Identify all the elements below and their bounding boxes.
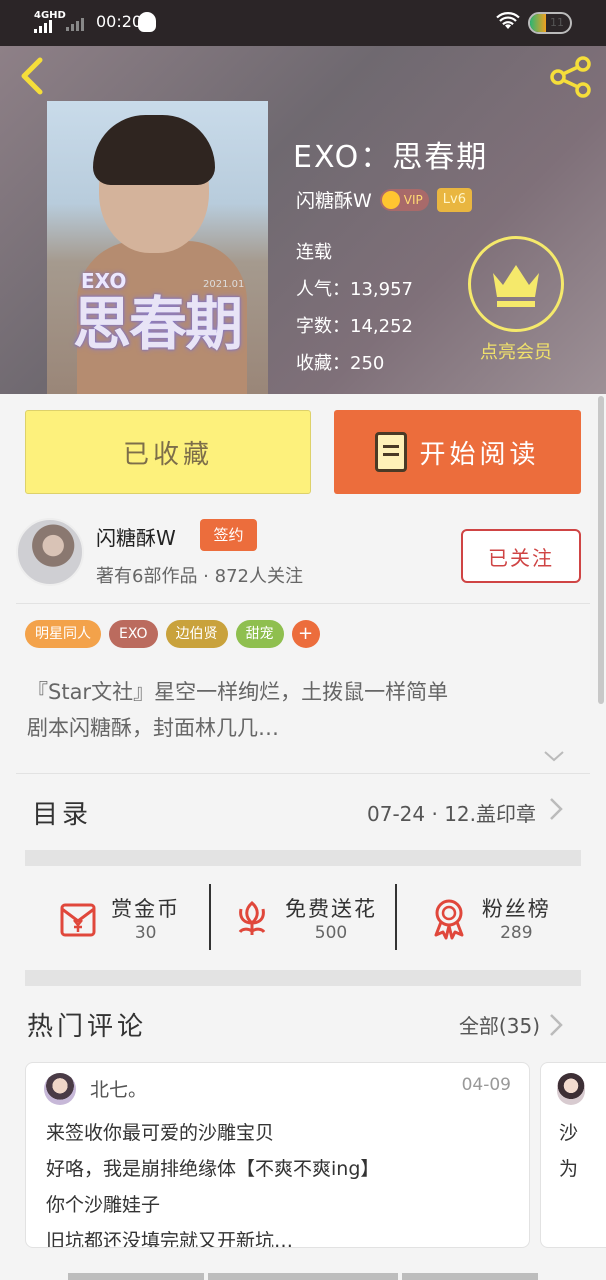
comment-card[interactable]: 沙 为 xyxy=(540,1062,606,1248)
reward-coins-button[interactable]: 赏金币 30 xyxy=(25,868,210,968)
clock: 00:20 xyxy=(96,12,143,31)
header-author-name[interactable]: 闪糖酥W xyxy=(296,186,372,213)
chevron-left-icon xyxy=(21,57,43,95)
synopsis-line: 剧本闪糖酥，封面林几几… xyxy=(27,716,279,740)
serial-status: 连载 xyxy=(296,242,332,263)
collected-button[interactable]: 已收藏 xyxy=(25,410,311,494)
add-tag-button[interactable]: + xyxy=(291,620,320,648)
comment-date: 04-09 xyxy=(461,1075,511,1095)
divider xyxy=(16,603,590,604)
stat-value: 500 xyxy=(314,923,348,943)
signed-badge: 签约 xyxy=(200,519,257,551)
author-name[interactable]: 闪糖酥W xyxy=(96,522,176,551)
tag-item[interactable]: 边伯贤 xyxy=(165,620,228,648)
comment-body: 来签收你最可爱的沙雕宝贝 好咯，我是崩排绝缘体【不爽不爽ing】 你个沙雕娃子 … xyxy=(46,1122,380,1248)
award-ribbon-icon xyxy=(434,899,464,940)
signal-secondary-icon xyxy=(66,18,84,31)
bottom-indicator xyxy=(68,1273,204,1280)
flower-icon xyxy=(238,901,266,935)
commenter-avatar[interactable] xyxy=(557,1073,585,1105)
bottom-indicator xyxy=(208,1273,398,1280)
comment-body: 沙 为 xyxy=(559,1122,579,1180)
author-avatar[interactable] xyxy=(16,518,84,586)
back-button[interactable] xyxy=(14,56,54,96)
favorite-count: 收藏：250 xyxy=(296,353,385,374)
bottom-indicator xyxy=(402,1273,538,1280)
member-button[interactable]: 点亮会员 xyxy=(466,236,566,364)
stat-title: 赏金币 xyxy=(111,897,181,921)
wifi-icon xyxy=(496,12,520,35)
battery-level: 11 xyxy=(550,16,564,29)
qq-notification-icon xyxy=(138,12,156,32)
chevron-right-icon[interactable] xyxy=(548,1012,564,1045)
word-count: 字数：14,252 xyxy=(296,316,413,337)
comment-card[interactable]: 北七。 04-09 来签收你最可爱的沙雕宝贝 好咯，我是崩排绝缘体【不爽不爽in… xyxy=(25,1062,530,1248)
author-row: 闪糖酥W VIP Lv6 xyxy=(296,186,472,213)
hot-comments-title: 热门评论 xyxy=(27,1012,148,1042)
author-meta: 著有6部作品 · 872人关注 xyxy=(96,566,303,587)
book-stats: 连载 人气：13,957 字数：14,252 收藏：250 xyxy=(296,234,413,382)
tag-list: 明星同人 EXO 边伯贤 甜宠 + xyxy=(25,620,320,648)
crown-icon xyxy=(493,265,539,307)
share-icon xyxy=(550,56,591,98)
divider xyxy=(395,884,397,950)
battery-icon: 11 xyxy=(528,12,572,34)
scrollbar[interactable] xyxy=(598,396,604,704)
divider xyxy=(209,884,211,950)
expand-chevron-icon[interactable] xyxy=(542,748,566,769)
book-header: EXO 2021.01 思春期 EXO：思春期 闪糖酥W VIP Lv6 连载 … xyxy=(0,46,606,394)
follow-button[interactable]: 已关注 xyxy=(461,529,581,583)
latest-chapter: 07-24 · 12.盖印章 xyxy=(367,802,536,826)
level-badge: Lv6 xyxy=(436,187,472,212)
sun-icon xyxy=(381,190,400,209)
section-separator xyxy=(25,970,581,986)
commenter-avatar[interactable] xyxy=(44,1073,76,1105)
support-stats: 赏金币 30 免费送花 500 粉丝榜 289 xyxy=(25,868,581,968)
section-separator xyxy=(25,850,581,866)
status-bar: 4GHD 00:20 11 xyxy=(0,0,606,46)
toc-label: 目录 xyxy=(32,800,93,830)
stat-value: 30 xyxy=(134,923,157,943)
start-reading-button[interactable]: 开始阅读 xyxy=(334,410,581,494)
synopsis[interactable]: 『Star文社』星空一样绚烂，土拨鼠一样简单 剧本闪糖酥，封面林几几… xyxy=(27,674,577,746)
stat-title: 免费送花 xyxy=(284,897,377,921)
book-icon xyxy=(375,432,408,472)
fan-ranking-button[interactable]: 粉丝榜 289 xyxy=(396,868,581,968)
all-comments-link[interactable]: 全部(35) xyxy=(459,1010,540,1039)
tag-item[interactable]: 甜宠 xyxy=(235,620,284,648)
red-envelope-icon xyxy=(60,903,96,937)
free-flowers-button[interactable]: 免费送花 500 xyxy=(210,868,395,968)
stat-value: 289 xyxy=(500,923,533,943)
table-of-contents-row[interactable]: 目录 07-24 · 12.盖印章 xyxy=(0,774,606,850)
commenter-name: 北七。 xyxy=(90,1079,148,1101)
stat-title: 粉丝榜 xyxy=(481,897,551,921)
popularity: 人气：13,957 xyxy=(296,279,413,300)
cover-title: 思春期 xyxy=(73,290,243,358)
book-cover[interactable]: EXO 2021.01 思春期 xyxy=(47,101,268,394)
share-button[interactable] xyxy=(548,54,594,100)
tag-item[interactable]: EXO xyxy=(109,620,158,648)
synopsis-line: 『Star文社』星空一样绚烂，土拨鼠一样简单 xyxy=(27,680,449,704)
vip-badge: VIP xyxy=(379,188,429,211)
member-label: 点亮会员 xyxy=(480,342,552,363)
book-title: EXO：思春期 xyxy=(293,140,489,175)
tag-item[interactable]: 明星同人 xyxy=(25,620,101,648)
chevron-right-icon xyxy=(548,796,564,829)
signal-icon xyxy=(34,20,52,33)
